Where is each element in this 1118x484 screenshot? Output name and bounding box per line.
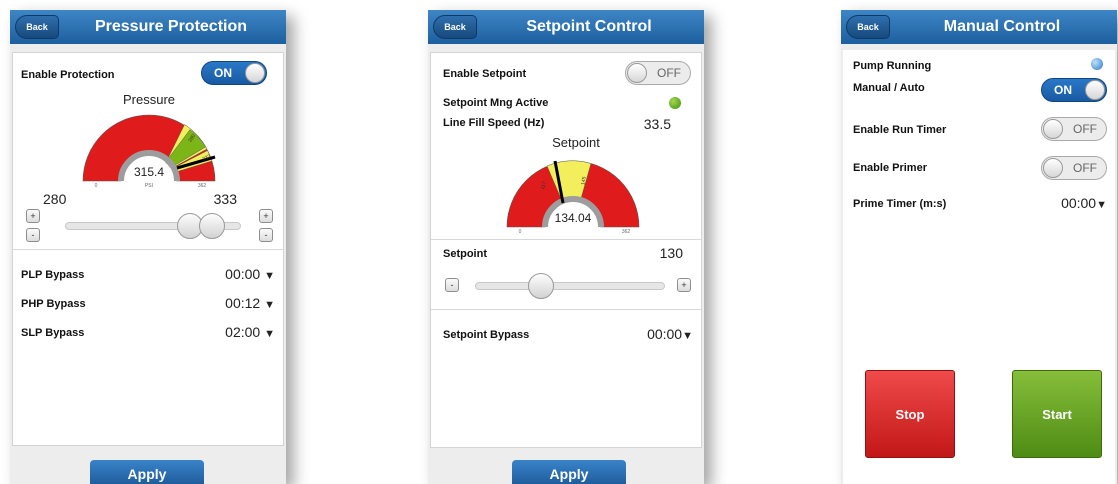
chevron-down-icon: ▼ [682,330,693,342]
back-button[interactable]: Back [433,15,477,39]
low-decrement-button[interactable]: - [26,228,40,242]
plp-bypass-label: PLP Bypass [21,269,85,281]
manual-auto-toggle[interactable]: ON [1041,78,1107,102]
page-title: Manual Control [943,18,1061,35]
line-fill-speed-value: 33.5 [643,116,671,132]
slp-bypass-value: 02:00 [225,324,261,340]
settings-panel: Pump Running Manual / Auto ON Enable Run… [843,50,1115,484]
stop-button[interactable]: Stop [865,370,955,458]
php-bypass-value: 00:12 [225,295,261,311]
enable-setpoint-toggle[interactable]: OFF [625,61,691,85]
setpoint-slider-thumb[interactable] [528,273,554,299]
page-title: Setpoint Control [526,18,652,35]
enable-run-timer-label: Enable Run Timer [853,124,947,136]
chevron-down-icon: ▼ [264,328,275,340]
toggle-knob [1085,80,1105,100]
toggle-knob [1043,158,1063,178]
mng-active-indicator [669,97,681,109]
chevron-down-icon: ▼ [264,270,275,282]
setpoint-gauge: 134.04 0 362 117 145 [506,160,640,235]
php-bypass-label: PHP Bypass [21,298,86,310]
settings-panel: Enable Setpoint OFF Setpoint Mng Active … [430,52,702,448]
chevron-down-icon: ▼ [264,299,275,311]
slp-bypass-label: SLP Bypass [21,327,85,339]
chevron-down-icon: ▼ [1096,199,1107,211]
setpoint-slider-track[interactable] [475,282,665,290]
pressure-gauge: 315.4 PSI 0 362 280 333 [82,114,216,189]
gauge-unit: PSI [145,183,153,189]
toggle-knob [1043,119,1063,139]
setpoint-decrement-button[interactable]: - [445,278,459,292]
range-high-thumb[interactable] [199,213,225,239]
apply-button[interactable]: Apply [90,460,204,484]
setpoint-bypass-selector[interactable]: 00:00▼ [647,326,693,342]
pressure-protection-screen: Back Pressure Protection Enable Protecti… [10,10,286,484]
manual-auto-label: Manual / Auto [853,82,925,94]
plp-bypass-value: 00:00 [225,266,261,282]
high-decrement-button[interactable]: - [259,228,273,242]
divider [13,249,283,250]
enable-setpoint-label: Enable Setpoint [443,68,527,80]
high-increment-button[interactable]: + [259,209,273,223]
toggle-state: OFF [657,66,681,80]
setpoint-label: Setpoint [443,248,487,260]
setpoint-value: 130 [659,245,683,261]
toggle-state: OFF [1073,122,1097,136]
page-title: Pressure Protection [94,18,248,35]
php-bypass-selector[interactable]: 00:12 ▼ [225,295,275,311]
enable-primer-label: Enable Primer [853,162,927,174]
range-low-value: 280 [43,191,67,207]
start-button[interactable]: Start [1012,370,1102,458]
divider [431,309,701,310]
gauge-value: 315.4 [134,165,164,179]
range-high-value: 333 [213,191,237,207]
toggle-knob [627,63,647,83]
slp-bypass-selector[interactable]: 02:00 ▼ [225,324,275,340]
setpoint-bypass-label: Setpoint Bypass [443,329,530,341]
enable-run-timer-toggle[interactable]: OFF [1041,117,1107,141]
gauge-max-label: 362 [622,229,631,235]
title-bar: Back Manual Control [841,10,1117,44]
toggle-state: OFF [1073,161,1097,175]
prime-timer-value: 00:00 [1061,195,1097,211]
back-button[interactable]: Back [846,15,890,39]
toggle-state: ON [214,66,232,80]
divider [431,239,701,240]
enable-protection-toggle[interactable]: ON [201,61,267,85]
gauge-title: Setpoint [552,135,600,150]
toggle-knob [245,63,265,83]
gauge-min-label: 0 [95,183,98,189]
plp-bypass-selector[interactable]: 00:00 ▼ [225,266,275,282]
title-bar: Back Pressure Protection [10,10,286,44]
prime-timer-selector[interactable]: 00:00▼ [1061,195,1107,211]
line-fill-speed-label: Line Fill Speed (Hz) [443,117,545,129]
setpoint-increment-button[interactable]: + [677,278,691,292]
gauge-value: 134.04 [555,211,592,225]
apply-button[interactable]: Apply [512,460,626,484]
title-bar: Back Setpoint Control [428,10,704,44]
setpoint-control-screen: Back Setpoint Control Enable Setpoint OF… [428,10,704,484]
settings-panel: Enable Protection ON Pressure 315.4 PSI … [12,52,284,446]
low-increment-button[interactable]: + [26,209,40,223]
setpoint-bypass-value: 00:00 [647,326,683,342]
screenshot-stage: Back Pressure Protection Enable Protecti… [0,0,1118,484]
pump-running-label: Pump Running [853,60,932,72]
enable-protection-label: Enable Protection [21,69,115,81]
back-button[interactable]: Back [15,15,59,39]
setpoint-mng-active-label: Setpoint Mng Active [443,97,549,109]
prime-timer-label: Prime Timer (m:s) [853,198,947,210]
pump-running-indicator [1091,58,1103,70]
gauge-max-label: 362 [198,183,207,189]
manual-control-screen: Back Manual Control Pump Running Manual … [841,10,1117,484]
toggle-state: ON [1054,83,1072,97]
enable-primer-toggle[interactable]: OFF [1041,156,1107,180]
gauge-min-label: 0 [519,229,522,235]
